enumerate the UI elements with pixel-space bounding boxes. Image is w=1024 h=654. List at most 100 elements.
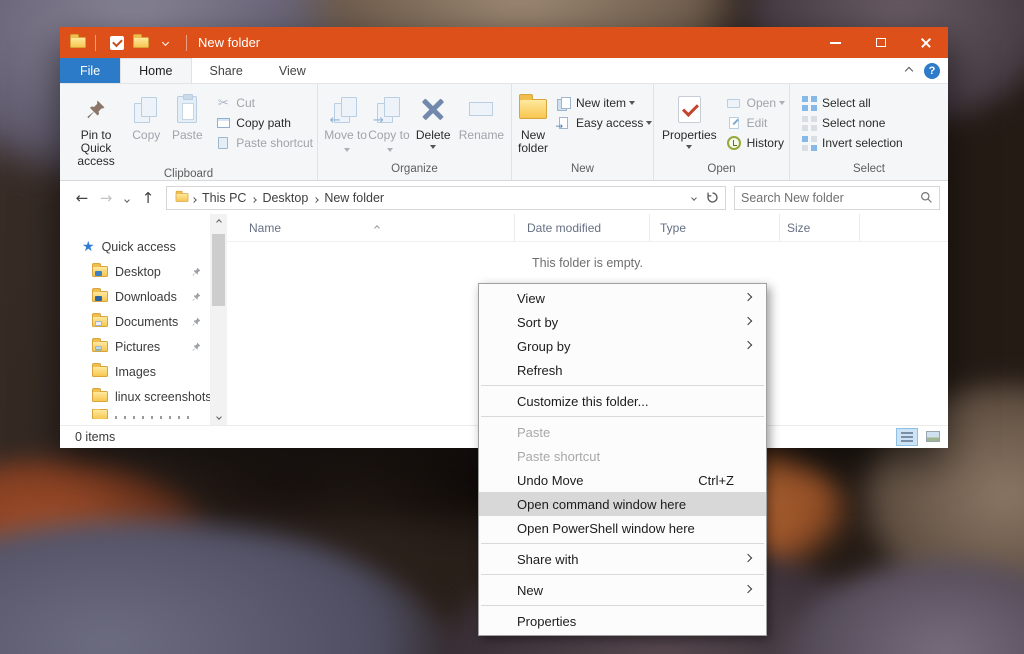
sidebar-item-label: Pictures	[115, 340, 160, 354]
details-view-button[interactable]	[896, 428, 918, 446]
menu-item-customize-this-folder[interactable]: Customize this folder...	[479, 389, 766, 413]
menu-item-paste[interactable]: Paste	[479, 420, 766, 444]
column-header-name[interactable]: Name	[227, 214, 515, 241]
scrollbar-thumb[interactable]	[212, 234, 225, 306]
scissors-icon: ✂	[214, 96, 232, 111]
back-button[interactable]: ←	[70, 189, 94, 207]
address-dropdown-icon[interactable]	[691, 195, 697, 201]
navigation-pane: ★ Quick access Desktop Downloads Documen…	[60, 214, 210, 425]
column-header-date-modified[interactable]: Date modified	[515, 214, 650, 241]
folder-icon	[133, 37, 149, 48]
menu-item-refresh[interactable]: Refresh	[479, 358, 766, 382]
menu-item-open-command-window-here[interactable]: Open command window here	[479, 492, 766, 516]
tab-file[interactable]: File	[60, 58, 120, 83]
new-item-button[interactable]: New item	[554, 93, 652, 113]
menu-item-properties[interactable]: Properties	[479, 609, 766, 633]
recent-locations-button[interactable]	[118, 189, 136, 207]
sidebar-item-label: Desktop	[115, 265, 161, 279]
menu-item-share-with[interactable]: Share with	[479, 547, 766, 571]
menu-item-shortcut: Ctrl+Z	[698, 473, 752, 488]
sidebar-item-downloads[interactable]: Downloads	[60, 284, 210, 309]
tab-home[interactable]: Home	[120, 58, 191, 83]
open-button[interactable]: Open	[725, 93, 785, 113]
button-label: Delete	[416, 129, 451, 142]
sidebar-item-pictures[interactable]: Pictures	[60, 334, 210, 359]
breadcrumb-this-pc[interactable]: This PC	[198, 191, 250, 205]
menu-item-label: Paste shortcut	[517, 449, 600, 464]
select-all-button[interactable]: Select all	[800, 93, 903, 113]
delete-button[interactable]: Delete	[411, 90, 456, 163]
copy-to-button[interactable]: → Copy to	[367, 90, 410, 163]
select-none-icon	[802, 116, 817, 131]
search-input[interactable]	[741, 191, 920, 205]
close-button[interactable]	[903, 27, 948, 58]
menu-item-view[interactable]: View	[479, 286, 766, 310]
address-input[interactable]: This PC Desktop New folder	[166, 186, 726, 210]
sidebar-item-label: Images	[115, 365, 156, 379]
tab-share[interactable]: Share	[192, 58, 261, 83]
scroll-up-icon[interactable]	[216, 219, 222, 225]
ribbon-collapse-icon[interactable]	[905, 67, 913, 75]
button-label: Pin to Quick access	[66, 129, 126, 168]
ribbon-group-new: New folder New item Easy access New	[512, 84, 654, 180]
menu-item-label: Open PowerShell window here	[517, 521, 695, 536]
copy-button[interactable]: Copy	[126, 90, 166, 168]
menu-item-undo-move[interactable]: Undo Move Ctrl+Z	[479, 468, 766, 492]
edit-button[interactable]: Edit	[725, 113, 785, 133]
menu-item-label: Open command window here	[517, 497, 686, 512]
properties-button[interactable]: Properties	[660, 90, 719, 163]
easy-access-button[interactable]: Easy access	[554, 113, 652, 133]
tab-label: Share	[210, 64, 243, 78]
breadcrumb-desktop[interactable]: Desktop	[258, 191, 312, 205]
menu-item-sort-by[interactable]: Sort by	[479, 310, 766, 334]
sidebar-item-documents[interactable]: Documents	[60, 309, 210, 334]
button-label: Paste	[172, 129, 203, 142]
scroll-down-icon[interactable]	[216, 414, 222, 420]
up-button[interactable]: ↑	[136, 189, 160, 207]
submenu-arrow-icon	[744, 585, 752, 593]
button-label: Copy	[132, 129, 160, 142]
sidebar-item-linux-screenshots[interactable]: linux screenshots	[60, 384, 210, 409]
forward-button[interactable]: →	[94, 189, 118, 207]
menu-item-new[interactable]: New	[479, 578, 766, 602]
help-button[interactable]: ?	[924, 63, 940, 79]
sidebar-item-label: Documents	[115, 315, 178, 329]
tab-view[interactable]: View	[261, 58, 324, 83]
select-none-button[interactable]: Select none	[800, 113, 903, 133]
copy-path-button[interactable]: Copy path	[214, 113, 313, 133]
breadcrumb-new-folder[interactable]: New folder	[320, 191, 388, 205]
new-folder-button[interactable]: New folder	[518, 90, 548, 163]
sidebar-item-partial[interactable]	[60, 409, 210, 419]
qat-new-folder-button[interactable]	[129, 31, 153, 55]
minimize-button[interactable]	[813, 27, 858, 58]
cut-button[interactable]: ✂ Cut	[214, 93, 313, 113]
history-button[interactable]: History	[725, 133, 785, 153]
paste-button[interactable]: Paste	[166, 90, 208, 168]
sidebar-scrollbar[interactable]	[210, 214, 227, 425]
paste-shortcut-button[interactable]: Paste shortcut	[214, 133, 313, 153]
menu-item-label: Share with	[517, 552, 578, 567]
menu-item-label: Sort by	[517, 315, 558, 330]
invert-selection-button[interactable]: Invert selection	[800, 133, 903, 153]
sidebar-item-desktop[interactable]: Desktop	[60, 259, 210, 284]
menu-item-group-by[interactable]: Group by	[479, 334, 766, 358]
pin-to-quick-access-button[interactable]: Pin to Quick access	[66, 90, 126, 168]
qat-properties-button[interactable]	[105, 31, 129, 55]
menu-item-open-powershell-window-here[interactable]: Open PowerShell window here	[479, 516, 766, 540]
thumbnails-view-button[interactable]	[922, 428, 944, 446]
address-bar: ← → ↑ This PC Desktop New folder	[60, 181, 948, 214]
rename-button[interactable]: Rename	[456, 90, 507, 163]
rename-icon	[469, 102, 493, 116]
column-header-size[interactable]: Size	[780, 214, 860, 241]
qat-customize-button[interactable]	[153, 31, 177, 55]
sidebar-item-images[interactable]: Images	[60, 359, 210, 384]
menu-item-paste-shortcut[interactable]: Paste shortcut	[479, 444, 766, 468]
menu-item-label: View	[517, 291, 545, 306]
maximize-button[interactable]	[858, 27, 903, 58]
tab-label: Home	[139, 64, 172, 78]
refresh-icon[interactable]	[706, 191, 719, 204]
column-header-type[interactable]: Type	[650, 214, 780, 241]
sidebar-item-quick-access[interactable]: ★ Quick access	[60, 234, 210, 259]
move-to-button[interactable]: ← Move to	[324, 90, 367, 163]
search-box[interactable]	[734, 186, 940, 210]
